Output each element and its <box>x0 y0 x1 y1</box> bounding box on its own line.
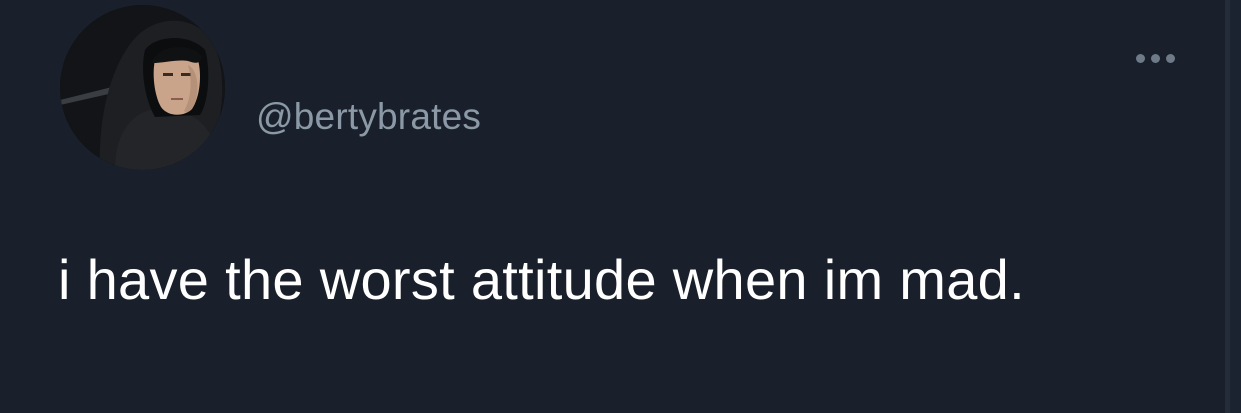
tweet-card: @bertybrates i have the worst attitude w… <box>0 0 1241 413</box>
avatar[interactable] <box>60 5 225 170</box>
scrollbar[interactable] <box>1225 0 1241 413</box>
more-horizontal-icon <box>1150 53 1160 63</box>
username[interactable]: @bertybrates <box>256 96 481 138</box>
more-horizontal-icon <box>1165 53 1175 63</box>
avatar-photo-icon <box>60 5 225 170</box>
more-horizontal-icon <box>1135 53 1145 63</box>
tweet-text: i have the worst attitude when im mad. <box>58 248 1025 311</box>
more-options-button[interactable] <box>1130 48 1180 68</box>
